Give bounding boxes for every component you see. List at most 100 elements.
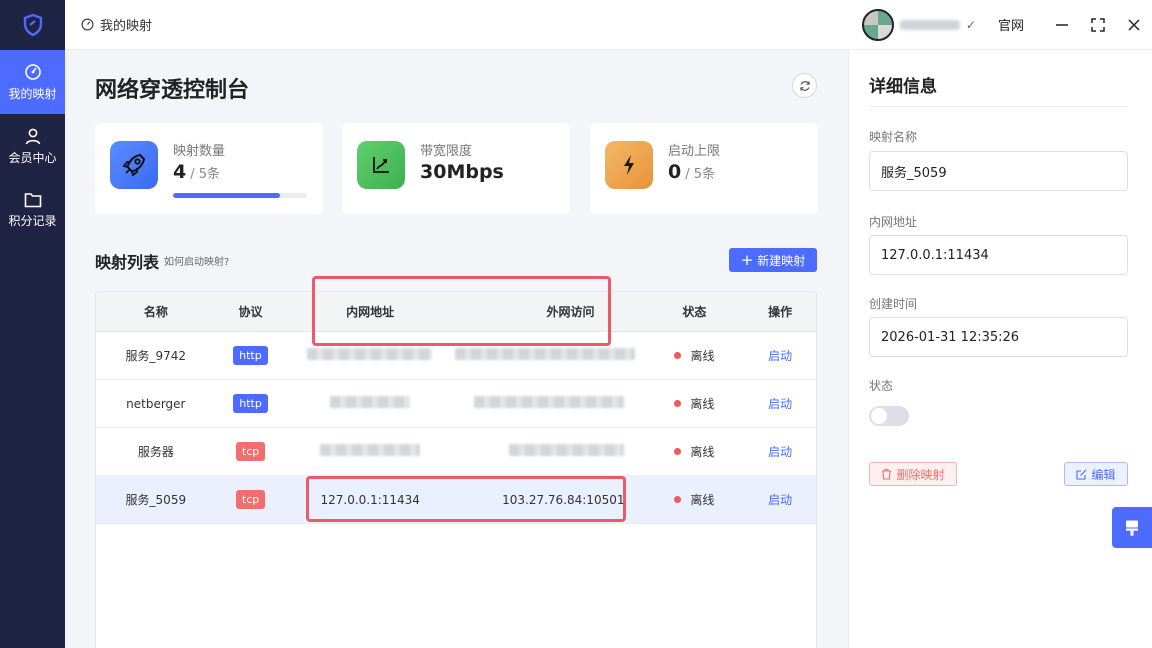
mapping-progress-bar bbox=[173, 193, 307, 198]
row-outer-address: 103.27.76.84:10501 bbox=[502, 492, 625, 507]
status-text: 离线 bbox=[690, 349, 715, 363]
col-header-outer: 外网访问 bbox=[546, 305, 595, 319]
shield-logo-icon bbox=[23, 14, 42, 36]
protocol-badge: tcp bbox=[235, 442, 266, 461]
avatar[interactable] bbox=[861, 8, 894, 41]
stat-label: 带宽限度 bbox=[420, 144, 473, 159]
row-name: 服务_5059 bbox=[125, 493, 187, 507]
stat-value: 30Mbps bbox=[420, 161, 504, 183]
stat-number: 0 bbox=[668, 161, 682, 183]
mapping-name-label: 映射名称 bbox=[869, 130, 918, 144]
redacted-outer-address bbox=[474, 396, 625, 408]
lightning-icon bbox=[605, 141, 653, 189]
edit-button[interactable]: 编辑 bbox=[1064, 462, 1128, 486]
created-time-field[interactable]: 2026-01-31 12:35:26 bbox=[869, 317, 1128, 357]
delete-mapping-button[interactable]: 删除映射 bbox=[869, 462, 957, 486]
refresh-button[interactable] bbox=[792, 73, 817, 98]
page-title: 网络穿透控制台 bbox=[95, 78, 250, 103]
stat-label: 启动上限 bbox=[668, 144, 721, 159]
plus-icon: + bbox=[740, 250, 754, 269]
redacted-inner-address bbox=[330, 396, 411, 408]
fullscreen-icon bbox=[1091, 17, 1105, 32]
trash-icon bbox=[882, 468, 892, 480]
detail-panel: 详细信息 映射名称 服务_5059 内网地址 127.0.0.1:11434 创… bbox=[848, 50, 1152, 648]
col-header-protocol: 协议 bbox=[238, 305, 263, 319]
edit-label: 编辑 bbox=[1091, 467, 1116, 482]
stat-sub: / 5条 bbox=[685, 167, 716, 182]
breadcrumb: 我的映射 bbox=[65, 15, 152, 34]
col-header-op: 操作 bbox=[768, 305, 793, 319]
progress-fill bbox=[173, 193, 281, 198]
how-to-start-link[interactable]: 如何启动映射? bbox=[164, 253, 229, 268]
stat-value: 4/ 5条 bbox=[173, 161, 220, 183]
floating-brush-button[interactable] bbox=[1112, 507, 1152, 548]
table-row[interactable]: 服务_9742 http 离线 启动 bbox=[96, 332, 816, 380]
inner-address-field[interactable]: 127.0.0.1:11434 bbox=[869, 235, 1128, 275]
status-text: 离线 bbox=[690, 493, 715, 507]
offline-dot bbox=[674, 496, 682, 503]
status-toggle[interactable] bbox=[869, 406, 909, 426]
sidebar-item-points-record[interactable]: 积分记录 bbox=[0, 178, 65, 242]
main-content: 网络穿透控制台 映射数量 4/ 5条 带宽限度 30Mbps 启动上限 0/ 5… bbox=[65, 50, 848, 648]
row-name: 服务_9742 bbox=[125, 349, 187, 363]
brush-icon bbox=[1126, 520, 1138, 536]
stat-label: 映射数量 bbox=[173, 144, 226, 159]
table-row[interactable]: netberger http 离线 启动 bbox=[96, 380, 816, 428]
table-header: 名称 协议 内网地址 外网访问 状态 操作 bbox=[96, 292, 816, 332]
status-label: 状态 bbox=[869, 379, 894, 393]
username-redacted bbox=[899, 19, 960, 30]
folder-icon bbox=[24, 192, 41, 207]
sidebar-item-my-mappings[interactable]: 我的映射 bbox=[0, 50, 65, 114]
edit-icon bbox=[1076, 469, 1087, 480]
offline-dot bbox=[674, 448, 682, 455]
start-button[interactable]: 启动 bbox=[768, 493, 792, 507]
maximize-button[interactable] bbox=[1080, 0, 1116, 50]
list-title: 映射列表 bbox=[95, 253, 160, 272]
chart-up-icon bbox=[357, 141, 405, 189]
panel-title: 详细信息 bbox=[869, 77, 937, 97]
status-text: 离线 bbox=[690, 397, 715, 411]
redacted-inner-address bbox=[320, 444, 421, 456]
minimize-button[interactable] bbox=[1044, 0, 1080, 50]
new-mapping-label: 新建映射 bbox=[757, 253, 806, 268]
sidebar-item-member-center[interactable]: 会员中心 bbox=[0, 114, 65, 178]
official-site-link[interactable]: 官网 bbox=[998, 15, 1024, 34]
col-header-name: 名称 bbox=[143, 305, 168, 319]
created-time-label: 创建时间 bbox=[869, 297, 918, 311]
protocol-badge: tcp bbox=[235, 490, 266, 509]
mapping-name-field[interactable]: 服务_5059 bbox=[869, 151, 1128, 191]
table-row[interactable]: 服务器 tcp 离线 启动 bbox=[96, 428, 816, 476]
close-button[interactable] bbox=[1116, 0, 1152, 50]
topbar: 我的映射 ✓ 官网 bbox=[65, 0, 1152, 50]
sidebar-item-label: 我的映射 bbox=[8, 86, 57, 101]
offline-dot bbox=[674, 400, 682, 407]
start-button[interactable]: 启动 bbox=[768, 445, 792, 459]
stat-number: 4 bbox=[173, 161, 187, 183]
table-row-selected[interactable]: 服务_5059 tcp 127.0.0.1:11434 103.27.76.84… bbox=[96, 476, 816, 524]
stat-card-mapping-count: 映射数量 4/ 5条 bbox=[95, 123, 323, 214]
start-button[interactable]: 启动 bbox=[768, 349, 792, 363]
mapping-table: 名称 协议 内网地址 外网访问 状态 操作 服务_9742 http 离线 启动… bbox=[95, 291, 817, 648]
start-button[interactable]: 启动 bbox=[768, 397, 792, 411]
close-icon bbox=[1128, 18, 1140, 31]
stat-card-start-limit: 启动上限 0/ 5条 bbox=[590, 123, 818, 214]
status-text: 离线 bbox=[690, 445, 715, 459]
stat-sub: / 5条 bbox=[190, 167, 221, 182]
sidebar-item-label: 积分记录 bbox=[8, 213, 57, 228]
verified-check-icon: ✓ bbox=[965, 17, 976, 32]
stat-value: 0/ 5条 bbox=[668, 161, 715, 183]
row-name: 服务器 bbox=[137, 445, 174, 459]
col-header-status: 状态 bbox=[682, 305, 707, 319]
row-inner-address: 127.0.0.1:11434 bbox=[320, 492, 420, 507]
rocket-icon bbox=[110, 141, 158, 189]
redacted-inner-address bbox=[307, 348, 433, 360]
gauge-icon bbox=[24, 63, 41, 80]
inner-address-label: 内网地址 bbox=[869, 215, 918, 229]
redacted-outer-address bbox=[509, 444, 625, 456]
app-logo bbox=[0, 0, 65, 50]
minimize-icon bbox=[1056, 23, 1068, 26]
new-mapping-button[interactable]: + 新建映射 bbox=[729, 248, 817, 272]
protocol-badge: http bbox=[233, 394, 268, 413]
delete-label: 删除映射 bbox=[896, 467, 945, 482]
protocol-badge: http bbox=[233, 346, 268, 365]
